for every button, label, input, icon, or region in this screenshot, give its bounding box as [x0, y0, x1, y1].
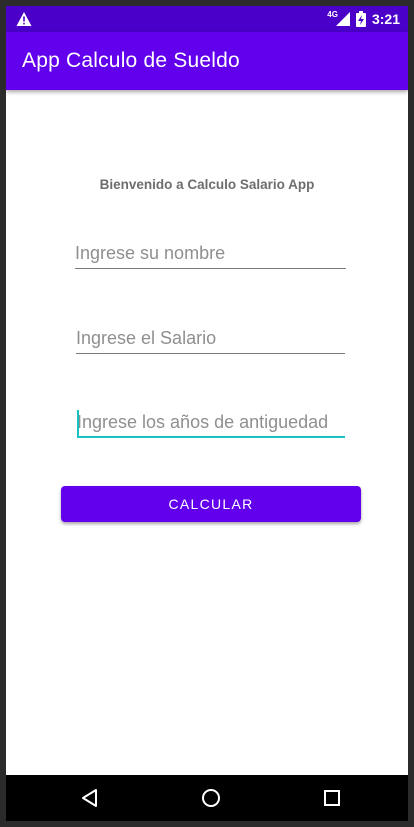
name-field	[75, 239, 346, 269]
text-cursor	[77, 410, 79, 436]
welcome-text: Bienvenido a Calculo Salario App	[99, 177, 315, 192]
back-icon[interactable]	[79, 787, 101, 809]
name-input[interactable]	[75, 239, 346, 267]
salary-underline	[76, 353, 345, 354]
home-icon[interactable]	[200, 787, 222, 809]
recents-icon[interactable]	[321, 787, 343, 809]
status-indicators: 4G 3:21	[327, 6, 400, 32]
name-underline	[75, 268, 346, 269]
battery-icon	[355, 11, 366, 27]
salary-field	[76, 324, 345, 354]
app-title: App Calculo de Sueldo	[22, 49, 240, 72]
device-frame: 4G 3:21 App Calculo de Sueldo Bienvenido…	[0, 0, 414, 827]
signal-icon	[335, 12, 350, 26]
warning-icon	[16, 12, 32, 26]
screen: 4G 3:21 App Calculo de Sueldo Bienvenido…	[6, 6, 408, 821]
clock: 3:21	[371, 11, 400, 27]
calculate-button[interactable]: CALCULAR	[61, 486, 361, 522]
app-bar: App Calculo de Sueldo	[6, 32, 408, 90]
network-type-label: 4G	[327, 9, 338, 19]
salary-input[interactable]	[76, 324, 345, 352]
status-bar: 4G 3:21	[6, 6, 408, 32]
seniority-field	[77, 408, 345, 438]
seniority-underline	[77, 436, 345, 438]
seniority-input[interactable]	[77, 408, 345, 436]
navigation-bar	[6, 775, 408, 821]
